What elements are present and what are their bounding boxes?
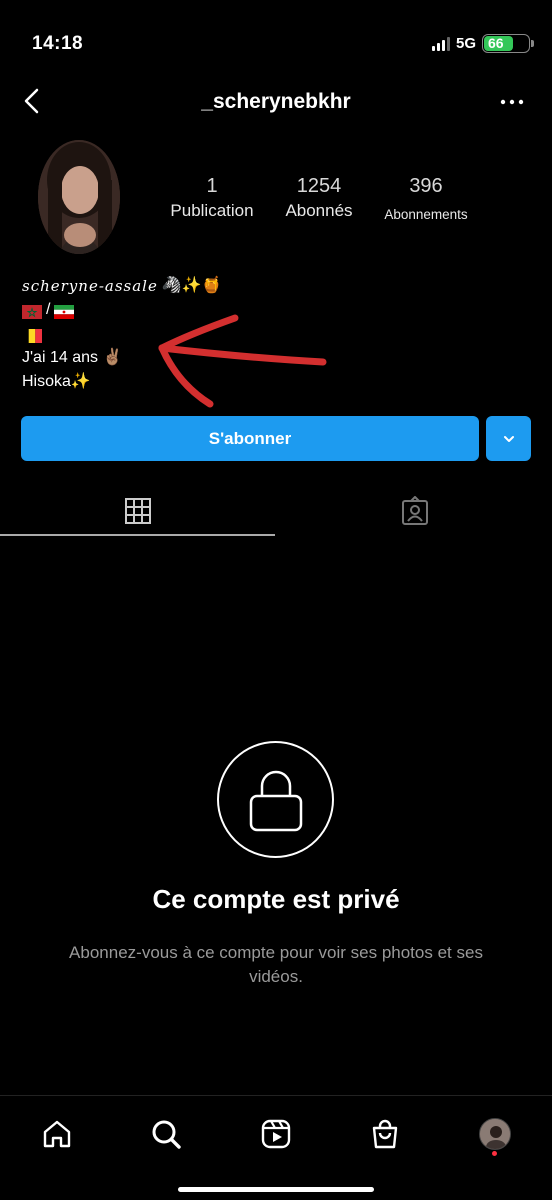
stat-posts[interactable]: 1 Publication bbox=[160, 174, 264, 222]
status-indicators: 5G 66 bbox=[431, 34, 534, 53]
tagged-icon bbox=[401, 496, 428, 525]
private-lock-badge bbox=[217, 741, 334, 858]
status-time: 14:18 bbox=[32, 33, 84, 54]
private-account-subtitle: Abonnez-vous à ce compte pour voir ses p… bbox=[69, 943, 483, 986]
lock-icon bbox=[249, 770, 302, 831]
stat-posts-label: Publication bbox=[170, 201, 254, 220]
reels-icon bbox=[261, 1119, 291, 1149]
follow-button[interactable]: S'abonner bbox=[21, 416, 479, 461]
chevron-down-icon bbox=[503, 435, 514, 442]
tab-posts-grid[interactable] bbox=[0, 486, 275, 536]
stat-followers-label: Abonnés bbox=[285, 201, 353, 220]
belgium-flag-icon bbox=[22, 327, 42, 343]
stat-followers[interactable]: 1254 Abonnés bbox=[274, 174, 364, 222]
red-arrow-annotation bbox=[158, 314, 327, 408]
nav-search[interactable] bbox=[146, 1114, 186, 1154]
stat-followers-count: 1254 bbox=[296, 175, 342, 197]
more-options-icon[interactable] bbox=[500, 93, 524, 111]
grid-icon bbox=[124, 498, 151, 524]
home-indicator bbox=[178, 1187, 374, 1192]
nav-reels[interactable] bbox=[256, 1114, 296, 1154]
nav-home[interactable] bbox=[37, 1114, 77, 1154]
suggestions-dropdown-button[interactable] bbox=[486, 416, 531, 461]
bottom-navigation bbox=[0, 1095, 552, 1200]
stat-following-label: Abonnements bbox=[384, 207, 468, 222]
network-type: 5G bbox=[455, 35, 476, 52]
stat-posts-count: 1 bbox=[206, 175, 218, 197]
signal-icon bbox=[431, 36, 450, 51]
private-account-title: Ce compte est privé bbox=[152, 884, 400, 914]
morocco-flag-icon bbox=[22, 303, 42, 319]
profile-username: _scherynebkhr bbox=[201, 90, 351, 113]
notification-dot bbox=[492, 1151, 497, 1156]
nav-profile[interactable] bbox=[475, 1114, 515, 1154]
bio-name: scheryne-assale bbox=[22, 277, 158, 295]
stat-following[interactable]: 396 Abonnements bbox=[374, 174, 478, 226]
battery-level: 66 bbox=[488, 35, 504, 51]
tab-tagged[interactable] bbox=[277, 486, 552, 536]
nav-shop[interactable] bbox=[365, 1114, 405, 1154]
bio-name-line: scheryne-assale 🦓✨🍯 bbox=[22, 274, 222, 298]
profile-avatar[interactable] bbox=[38, 140, 120, 254]
shop-icon bbox=[372, 1119, 398, 1149]
bio-flag-separator: / bbox=[46, 301, 51, 318]
active-tab-underline bbox=[0, 534, 275, 536]
instagram-profile-screen: 14:18 5G 66 _scherynebkhr 1 Publication … bbox=[0, 0, 552, 1200]
battery-icon: 66 bbox=[482, 34, 534, 53]
search-icon bbox=[152, 1120, 181, 1149]
iran-flag-icon bbox=[54, 303, 75, 319]
stat-following-count: 396 bbox=[409, 175, 443, 197]
home-icon bbox=[43, 1120, 71, 1148]
profile-avatar-icon bbox=[479, 1118, 511, 1150]
bio-name-emoji: 🦓✨🍯 bbox=[161, 277, 222, 294]
